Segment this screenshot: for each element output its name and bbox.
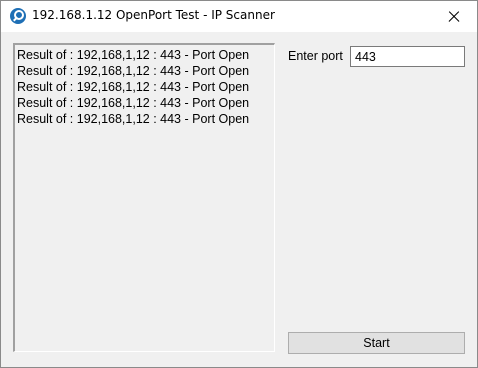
close-icon[interactable] [431,1,477,32]
results-list[interactable]: Result of : 192,168,1,12 : 443 - Port Op… [13,43,275,352]
window-title: 192.168.1.12 OpenPort Test - IP Scanner [32,8,275,22]
start-button[interactable]: Start [288,332,465,354]
scanner-app-icon [10,8,26,24]
title-bar[interactable]: 192.168.1.12 OpenPort Test - IP Scanner [1,1,477,32]
list-item[interactable]: Result of : 192,168,1,12 : 443 - Port Op… [17,96,249,111]
list-item[interactable]: Result of : 192,168,1,12 : 443 - Port Op… [17,112,249,127]
list-item[interactable]: Result of : 192,168,1,12 : 443 - Port Op… [17,64,249,79]
port-label: Enter port [288,49,343,63]
main-window: 192.168.1.12 OpenPort Test - IP Scanner … [0,0,478,368]
list-item[interactable]: Result of : 192,168,1,12 : 443 - Port Op… [17,80,249,95]
list-item[interactable]: Result of : 192,168,1,12 : 443 - Port Op… [17,48,249,63]
port-input[interactable] [350,46,465,67]
